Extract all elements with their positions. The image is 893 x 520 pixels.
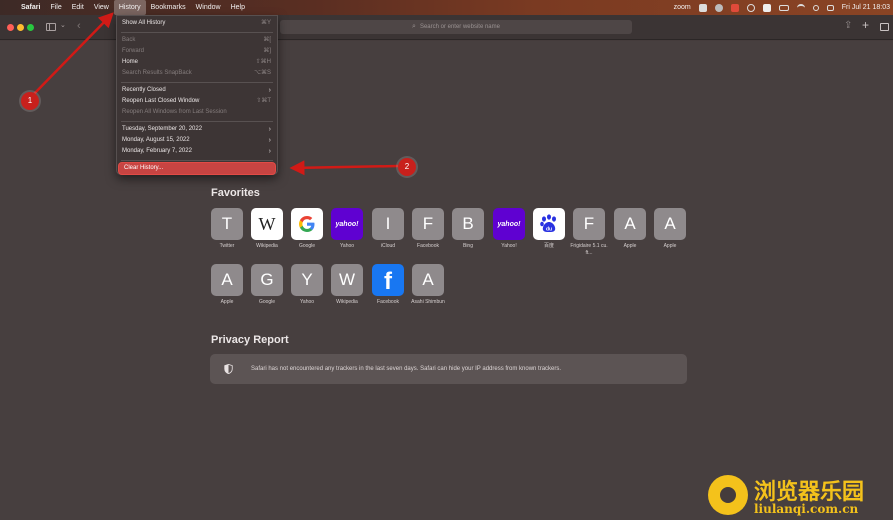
annotation-arrow-2: [289, 160, 399, 176]
annotation-badge-1: 1: [21, 92, 39, 110]
watermark-url: liulanqi.com.cn: [754, 502, 859, 516]
annotation-badge-2: 2: [398, 158, 416, 176]
annotation-layer: [31, 12, 399, 176]
watermark: 浏览器乐园 liulanqi.com.cn: [706, 470, 893, 520]
annotation-arrow-1: [31, 12, 114, 97]
watermark-logo-icon: [708, 475, 748, 515]
